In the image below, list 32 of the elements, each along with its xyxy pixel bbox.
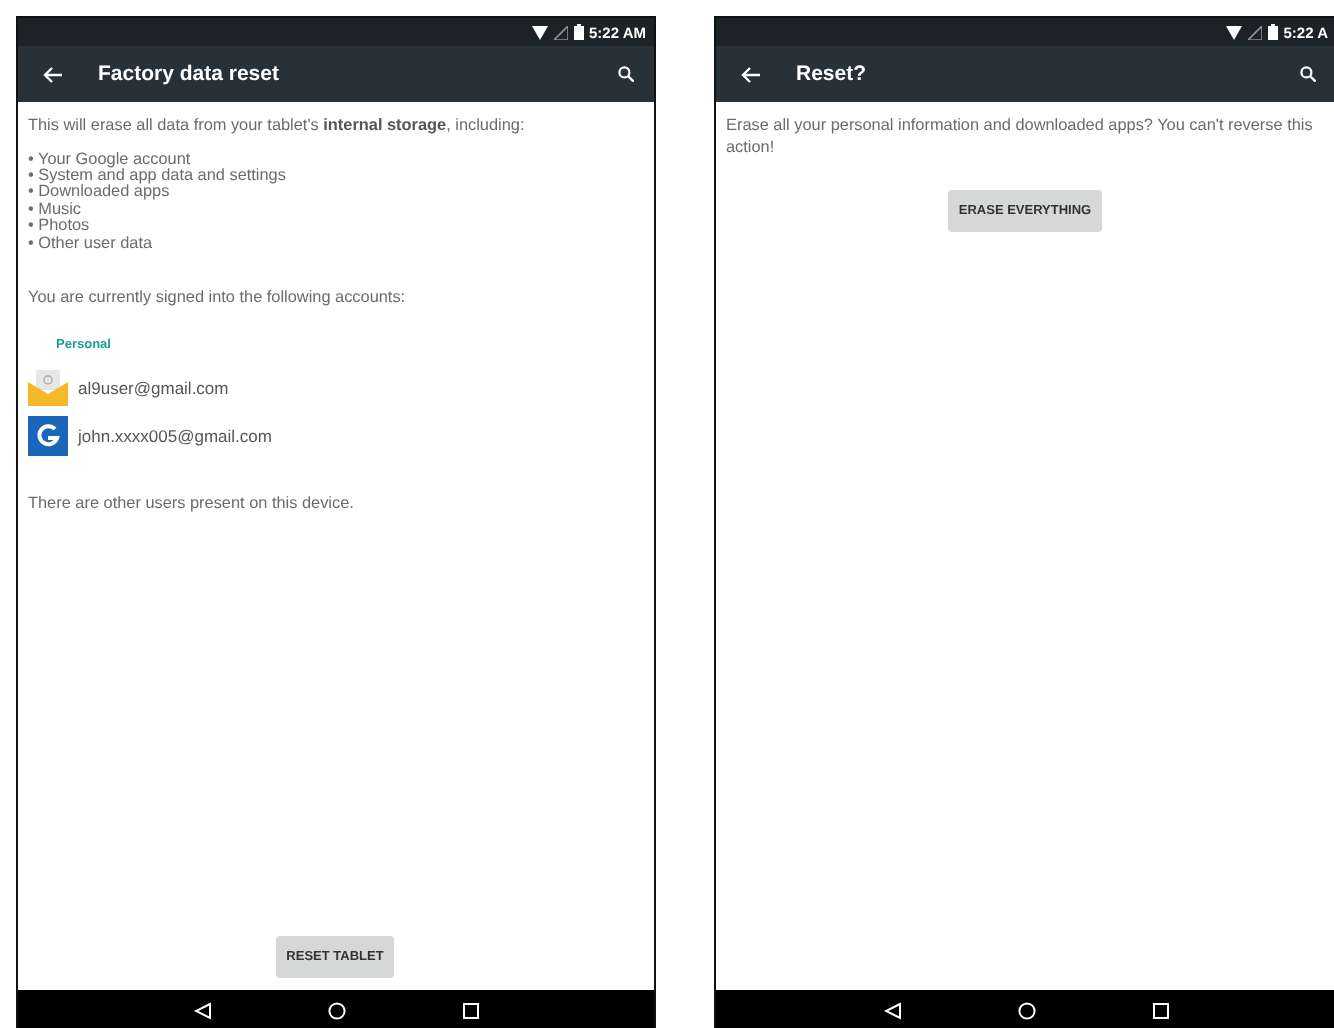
- list-item-text: • Your Google account: [28, 151, 193, 168]
- list-item-text: • Other user data: [28, 235, 155, 252]
- google-icon: [28, 416, 68, 457]
- signal-icon: [553, 25, 568, 39]
- back-icon[interactable]: [193, 1001, 211, 1019]
- info-text: There are other users present on this device.: [28, 494, 356, 516]
- account-email[interactable]: john.xxxx005@gmail.com: [78, 426, 272, 447]
- list-item-text: • System and app data and settings: [28, 167, 288, 184]
- battery-icon: [573, 24, 584, 40]
- description-text: Erase all your personal information and downloaded apps? You can't reverse this action!: [726, 116, 1315, 158]
- wifi-icon: [1225, 25, 1242, 39]
- list-item-text: • Downloaded apps: [28, 184, 172, 202]
- back-icon[interactable]: [883, 1001, 901, 1019]
- home-icon[interactable]: [1017, 1001, 1035, 1019]
- toolbar-title: Factory data reset: [98, 62, 281, 86]
- accounts-text: You are currently signed into the following accounts:: [28, 287, 408, 309]
- toolbar-title: Reset?: [796, 62, 869, 86]
- recents-icon[interactable]: [1151, 1001, 1169, 1019]
- envelope-icon: [28, 368, 68, 407]
- wifi-icon: [531, 25, 548, 39]
- back-arrow-icon[interactable]: [740, 65, 760, 83]
- signal-icon: [1247, 25, 1262, 39]
- search-icon[interactable]: [618, 66, 634, 82]
- list-item-text: • Music: [28, 201, 84, 218]
- recents-icon[interactable]: [461, 1001, 479, 1019]
- battery-icon: [1267, 24, 1278, 40]
- search-icon[interactable]: [1300, 66, 1316, 82]
- account-email[interactable]: al9user@gmail.com: [78, 377, 229, 398]
- description-text: This will erase all data from your tablet's internal storage, including:: [28, 116, 527, 137]
- home-icon[interactable]: [327, 1001, 345, 1019]
- back-arrow-icon[interactable]: [42, 65, 62, 83]
- list-item-text: • Photos: [28, 218, 92, 236]
